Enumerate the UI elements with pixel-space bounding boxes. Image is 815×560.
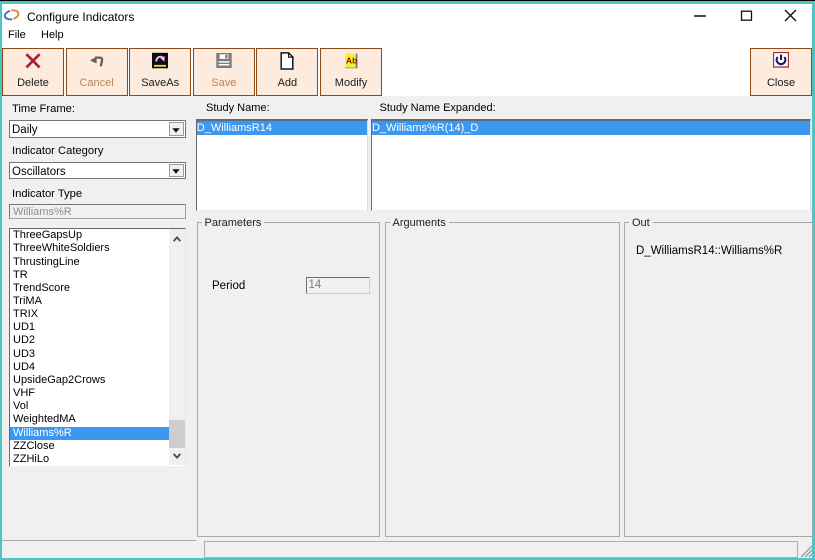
svg-text:Ab: Ab	[346, 55, 357, 65]
